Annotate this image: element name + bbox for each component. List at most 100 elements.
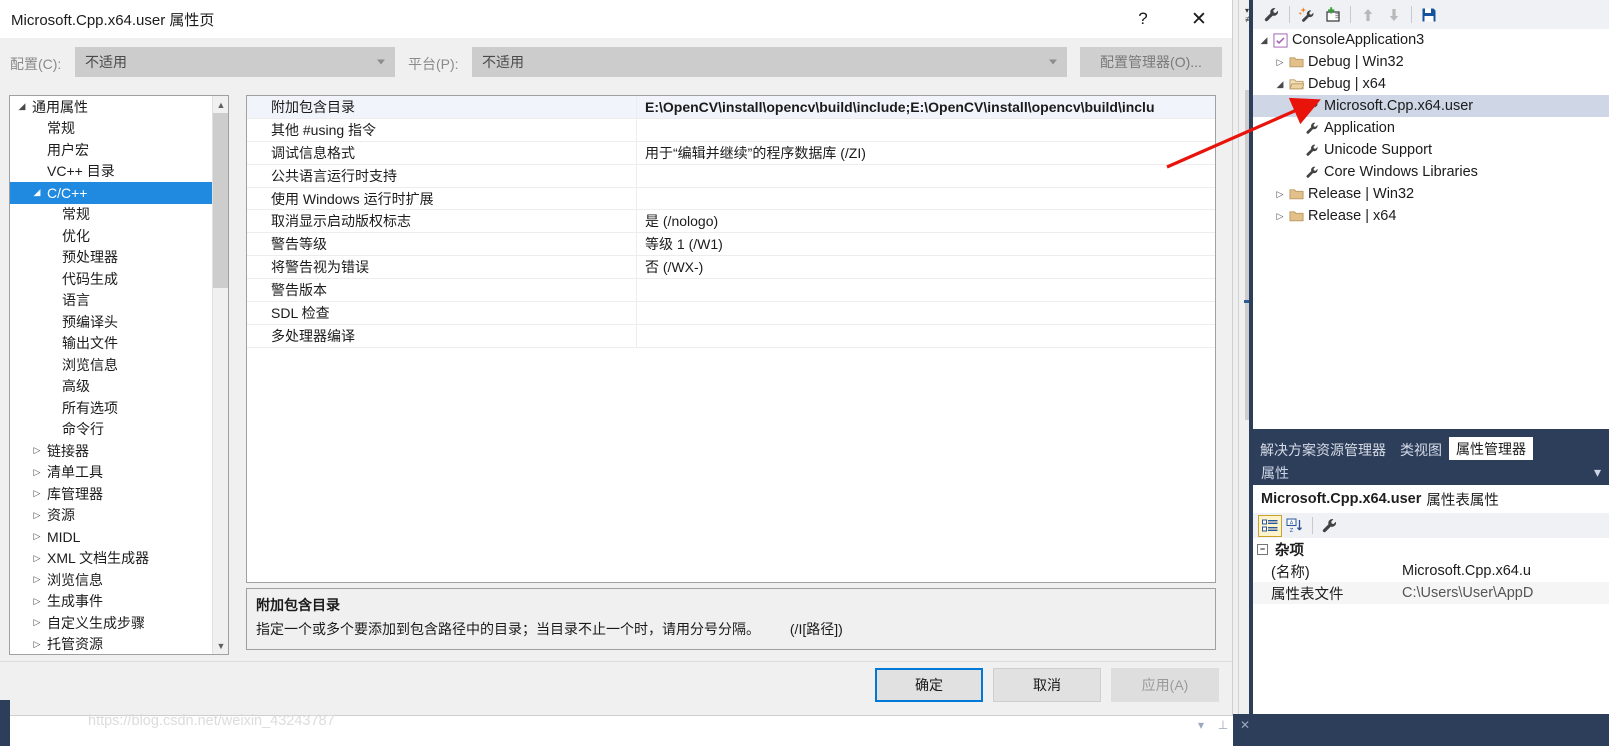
configuration-manager-button[interactable]: 配置管理器(O)... bbox=[1080, 47, 1222, 77]
wrench-icon[interactable] bbox=[1259, 2, 1285, 28]
dock-tab[interactable]: 属性管理器 bbox=[1449, 437, 1533, 460]
triangle-right-icon[interactable]: ▷ bbox=[31, 488, 43, 499]
dock-window-list-icon[interactable]: ▾ bbox=[1191, 714, 1211, 736]
platform-select[interactable]: 不适用 bbox=[472, 47, 1067, 77]
nav-item[interactable]: ▷ 预处理器 bbox=[10, 247, 228, 269]
dock-splitter[interactable]: ▾≢ bbox=[1233, 0, 1255, 714]
nav-item[interactable]: ▷ 用户宏 bbox=[10, 139, 228, 161]
triangle-down-icon[interactable]: ◢ bbox=[1257, 35, 1271, 46]
triangle-down-icon[interactable]: ◢ bbox=[16, 101, 28, 112]
triangle-right-icon[interactable]: ▷ bbox=[31, 531, 43, 542]
triangle-right-icon[interactable]: ▷ bbox=[31, 639, 43, 650]
properties-grid[interactable]: − 杂项 (名称) Microsoft.Cpp.x64.u 属性表文件 C:\User… bbox=[1253, 538, 1609, 714]
nav-item[interactable]: ▷ 命令行 bbox=[10, 419, 228, 441]
nav-item[interactable]: ◢ C/C++ bbox=[10, 182, 228, 204]
nav-item[interactable]: ▷ 资源 bbox=[10, 505, 228, 527]
property-sheet-tree-item[interactable]: ▷ Microsoft.Cpp.x64.user bbox=[1253, 95, 1609, 117]
property-value[interactable]: E:\OpenCV\install\opencv\build\include;E… bbox=[636, 96, 1215, 118]
property-grid[interactable]: 附加包含目录 E:\OpenCV\install\opencv\build\inc… bbox=[246, 95, 1216, 583]
property-value[interactable]: 是 (/nologo) bbox=[636, 210, 1215, 233]
triangle-down-icon[interactable]: ◢ bbox=[31, 187, 43, 198]
properties-row[interactable]: (名称) Microsoft.Cpp.x64.u bbox=[1253, 560, 1609, 582]
property-row[interactable]: 其他 #using 指令 bbox=[247, 118, 1215, 142]
nav-item[interactable]: ▷ 生成事件 bbox=[10, 591, 228, 613]
property-manager-tree[interactable]: ◢ ConsoleApplication3 ▷ Debug | Win32 ◢ Debug… bbox=[1253, 29, 1609, 429]
nav-item[interactable]: ◢ 通用属性 bbox=[10, 96, 228, 118]
property-sheet-tree-item[interactable]: ▷ Release | x64 bbox=[1253, 205, 1609, 227]
property-value[interactable]: 否 (/WX-) bbox=[636, 256, 1215, 279]
dock-splitter-track[interactable]: ▾≢ bbox=[1238, 0, 1255, 714]
triangle-right-icon[interactable]: ▷ bbox=[31, 596, 43, 607]
property-sheet-tree-item[interactable]: ▷ Release | Win32 bbox=[1253, 183, 1609, 205]
dock-tabstrip[interactable]: 解决方案资源管理器 类视图 属性管理器 bbox=[1253, 437, 1609, 460]
auto-hide-pin-icon[interactable]: ⊥ bbox=[1213, 714, 1233, 736]
nav-item[interactable]: ▷ 预编译头 bbox=[10, 311, 228, 333]
nav-item[interactable]: ▷ 常规 bbox=[10, 118, 228, 140]
triangle-right-icon[interactable]: ▷ bbox=[31, 553, 43, 564]
scrollbar-thumb[interactable] bbox=[213, 113, 228, 288]
nav-item[interactable]: ▷ VC++ 目录 bbox=[10, 161, 228, 183]
nav-item[interactable]: ▷ 自定义生成步骤 bbox=[10, 612, 228, 634]
property-value[interactable] bbox=[636, 279, 1215, 302]
property-sheet-tree-item[interactable]: ▷ Application bbox=[1253, 117, 1609, 139]
dock-tab[interactable]: 类视图 bbox=[1393, 439, 1449, 460]
dock-tab[interactable]: 解决方案资源管理器 bbox=[1253, 439, 1393, 460]
settings-nav-tree[interactable]: ◢ 通用属性 ▷ 常规 ▷ 用户宏 ▷ VC++ 目录 ◢ C/C++ ▷ 常规 ▷ 优化 ▷ 预处理器 ▷ 代码… bbox=[9, 95, 229, 655]
nav-item[interactable]: ▷ 常规 bbox=[10, 204, 228, 226]
property-value[interactable]: 用于“编辑并继续”的程序数据库 (/ZI) bbox=[636, 141, 1215, 164]
property-value[interactable] bbox=[636, 118, 1215, 141]
move-down-icon[interactable] bbox=[1381, 2, 1407, 28]
properties-row[interactable]: 属性表文件 C:\Users\User\AppD bbox=[1253, 582, 1609, 604]
property-value[interactable] bbox=[636, 187, 1215, 210]
property-sheet-tree-item[interactable]: ▷ Debug | Win32 bbox=[1253, 51, 1609, 73]
triangle-right-icon[interactable]: ▷ bbox=[31, 467, 43, 478]
nav-item[interactable]: ▷ XML 文档生成器 bbox=[10, 548, 228, 570]
alphabetical-icon[interactable]: A Z bbox=[1282, 513, 1308, 539]
property-sheet-tree-item[interactable]: ▷ Unicode Support bbox=[1253, 139, 1609, 161]
configuration-select[interactable]: 不适用 bbox=[75, 47, 395, 77]
property-row[interactable]: 多处理器编译 bbox=[247, 324, 1215, 348]
nav-item[interactable]: ▷ 库管理器 bbox=[10, 483, 228, 505]
triangle-right-icon[interactable]: ▷ bbox=[1273, 189, 1287, 200]
cancel-button[interactable]: 取消 bbox=[993, 668, 1101, 702]
nav-item[interactable]: ▷ 优化 bbox=[10, 225, 228, 247]
help-button[interactable]: ? bbox=[1120, 0, 1166, 38]
property-sheet-tree-item[interactable]: ▷ Core Windows Libraries bbox=[1253, 161, 1609, 183]
triangle-right-icon[interactable]: ▷ bbox=[1273, 57, 1287, 68]
nav-scrollbar[interactable]: ▲ ▼ bbox=[212, 96, 228, 654]
property-value[interactable]: 等级 1 (/W1) bbox=[636, 233, 1215, 256]
property-value[interactable] bbox=[636, 164, 1215, 187]
properties-row-value[interactable]: Microsoft.Cpp.x64.u bbox=[1398, 563, 1609, 579]
nav-item[interactable]: ▷ 浏览信息 bbox=[10, 354, 228, 376]
categorized-icon[interactable] bbox=[1258, 514, 1282, 537]
new-project-property-sheet-icon[interactable] bbox=[1320, 2, 1346, 28]
property-row[interactable]: 调试信息格式 用于“编辑并继续”的程序数据库 (/ZI) bbox=[247, 141, 1215, 165]
property-row[interactable]: 警告等级 等级 1 (/W1) bbox=[247, 233, 1215, 257]
nav-item[interactable]: ▷ 链接器 bbox=[10, 440, 228, 462]
nav-item[interactable]: ▷ 浏览信息 bbox=[10, 569, 228, 591]
property-row[interactable]: 附加包含目录 E:\OpenCV\install\opencv\build\inc… bbox=[247, 96, 1215, 119]
move-up-icon[interactable] bbox=[1355, 2, 1381, 28]
nav-item[interactable]: ▷ MIDL bbox=[10, 526, 228, 548]
nav-item[interactable]: ▷ 清单工具 bbox=[10, 462, 228, 484]
triangle-right-icon[interactable]: ▷ bbox=[31, 445, 43, 456]
close-button[interactable]: ✕ bbox=[1176, 0, 1222, 38]
property-pages-icon[interactable] bbox=[1317, 513, 1343, 539]
property-row[interactable]: 警告版本 bbox=[247, 279, 1215, 303]
add-property-sheet-icon[interactable] bbox=[1294, 2, 1320, 28]
triangle-right-icon[interactable]: ▷ bbox=[31, 617, 43, 628]
collapse-icon[interactable]: − bbox=[1257, 543, 1268, 555]
property-value[interactable] bbox=[636, 324, 1215, 347]
nav-item[interactable]: ▷ 所有选项 bbox=[10, 397, 228, 419]
nav-item[interactable]: ▷ 高级 bbox=[10, 376, 228, 398]
scroll-up-icon[interactable]: ▲ bbox=[213, 96, 228, 113]
property-row[interactable]: 使用 Windows 运行时扩展 bbox=[247, 187, 1215, 211]
triangle-right-icon[interactable]: ▷ bbox=[31, 510, 43, 521]
scroll-down-icon[interactable]: ▼ bbox=[213, 637, 228, 654]
ok-button[interactable]: 确定 bbox=[875, 668, 983, 702]
nav-item[interactable]: ▷ 语言 bbox=[10, 290, 228, 312]
property-row[interactable]: 公共语言运行时支持 bbox=[247, 164, 1215, 188]
chevron-down-icon[interactable]: ▾ bbox=[1594, 464, 1601, 481]
nav-item[interactable]: ▷ 托管资源 bbox=[10, 634, 228, 655]
nav-item[interactable]: ▷ 输出文件 bbox=[10, 333, 228, 355]
